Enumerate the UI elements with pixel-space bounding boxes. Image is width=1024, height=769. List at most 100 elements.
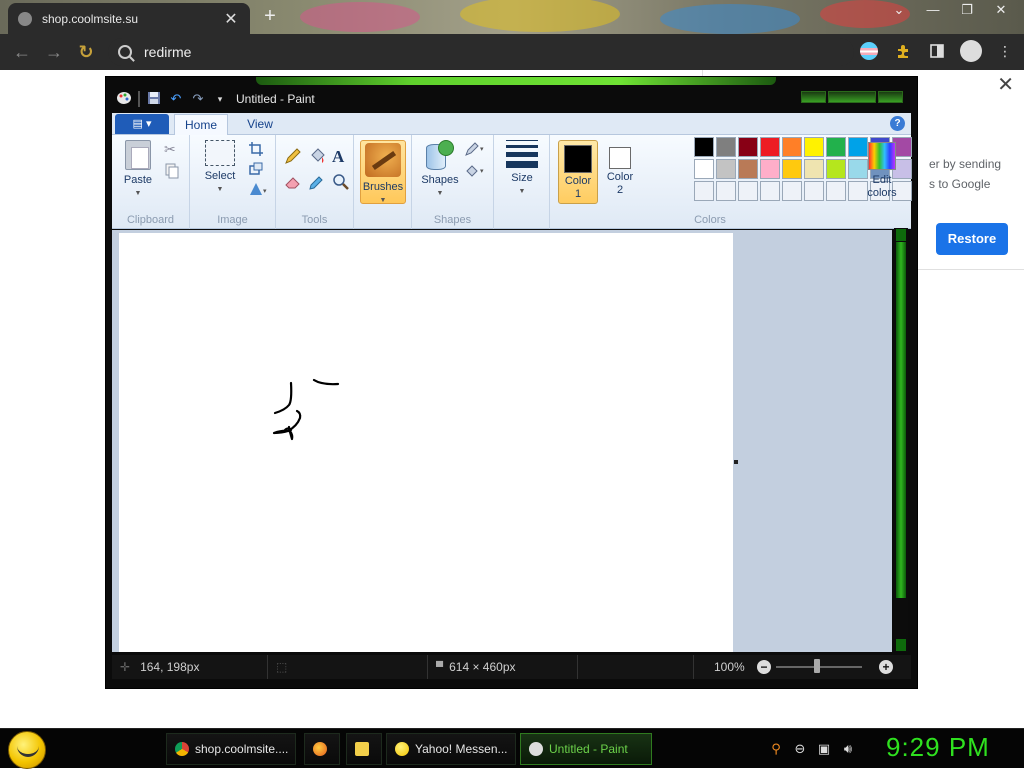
palette-swatch[interactable] [760,159,780,179]
scroll-thumb[interactable] [896,242,906,598]
taskbar-item-yahoo-messenger[interactable]: Yahoo! Messen... [386,733,516,765]
palette-swatch[interactable] [760,137,780,157]
network-icon[interactable]: ▣ [816,741,832,757]
color2-label: Color [606,171,634,183]
palette-swatch[interactable] [716,181,736,201]
shapes-group-label: Shapes [433,214,472,226]
outline-icon[interactable]: ▾ [464,141,484,159]
paint-app-icon[interactable] [116,91,132,107]
image-group: Select ▼ ▾ Image [190,135,276,229]
back-button[interactable]: ← [6,36,38,68]
taskbar-item-chrome[interactable]: shop.coolmsite.... [166,733,296,765]
brush-stroke [272,409,302,441]
magnifier-icon[interactable] [332,173,350,191]
tab-search-icon[interactable]: ⌄ [884,2,914,18]
taskbar-item-paint[interactable]: Untitled - Paint [520,733,652,765]
color-picker-icon[interactable] [308,173,326,191]
restore-button[interactable]: Restore [936,223,1008,255]
save-icon[interactable] [146,91,162,107]
palette-swatch[interactable] [738,137,758,157]
fill-shape-icon[interactable]: ▾ [464,163,484,181]
palette-swatch[interactable] [804,159,824,179]
copy-icon[interactable] [164,163,182,181]
rotate-icon[interactable]: ▾ [248,181,267,199]
pride-flag-icon[interactable] [858,40,880,62]
palette-swatch[interactable] [694,159,714,179]
sidebar-icon[interactable] [926,40,948,62]
taskbar-clock[interactable]: 9:29 PM [886,732,990,763]
color1-button[interactable]: Color 1 [558,140,598,204]
crop-icon[interactable] [248,141,266,159]
forward-button[interactable]: → [38,36,70,68]
start-button[interactable] [8,731,46,769]
fill-icon[interactable] [308,147,326,165]
paste-button[interactable]: Paste ▼ [118,140,158,200]
minimize-button[interactable]: — [918,2,948,18]
zoom-out-button[interactable]: − [757,660,771,674]
cut-icon[interactable]: ✂ [164,141,182,159]
resize-icon[interactable] [248,161,266,179]
reload-button[interactable]: ↻ [70,36,102,68]
size-button[interactable]: Size ▼ [503,140,541,198]
file-menu-button[interactable]: ▤ ▾ [115,114,169,134]
close-icon[interactable]: ✕ [997,72,1014,97]
palette-swatch[interactable] [782,137,802,157]
canvas-resize-handle[interactable] [734,460,738,464]
palette-swatch[interactable] [738,181,758,201]
browser-tab[interactable]: shop.coolmsite.su ✕ [8,3,250,34]
help-icon[interactable]: ? [890,116,905,131]
menu-icon[interactable]: ⋮ [994,40,1016,62]
new-tab-button[interactable]: + [258,5,282,28]
close-window-button[interactable]: ✕ [986,2,1016,18]
messenger-status-icon[interactable]: ⊖ [792,741,808,757]
brushes-button[interactable]: Brushes ▼ [360,140,406,204]
palette-swatch[interactable] [826,159,846,179]
scroll-down-arrow[interactable] [896,639,906,651]
select-icon [205,140,235,166]
taskbar-item-firefox[interactable] [304,733,340,765]
scroll-up-arrow[interactable] [896,229,906,241]
palette-swatch[interactable] [716,137,736,157]
customize-qat-icon[interactable]: ▾ [212,91,228,107]
address-bar[interactable]: redirme [108,38,854,66]
drawing-canvas[interactable] [119,233,733,652]
edit-colors-button[interactable]: Edit colors [862,140,902,200]
search-icon[interactable]: ⚲ [768,741,784,757]
palette-swatch[interactable] [804,137,824,157]
palette-swatch[interactable] [826,137,846,157]
profile-icon[interactable] [960,40,982,62]
shapes-button[interactable]: Shapes ▼ [420,140,460,200]
undo-icon[interactable]: ↶ [168,91,184,107]
palette-swatch[interactable] [782,181,802,201]
paint-window-controls [801,91,903,103]
extensions-icon[interactable] [892,40,914,62]
palette-swatch[interactable] [804,181,824,201]
taskbar-item-folder[interactable] [346,733,382,765]
eraser-icon[interactable] [284,173,302,191]
volume-icon[interactable]: 🔊︎ [840,741,856,757]
taskbar: shop.coolmsite.... Yahoo! Messen... Unti… [0,728,1024,769]
paint-close-button[interactable] [878,91,903,103]
restore-window-button[interactable]: ❐ [952,2,982,18]
palette-swatch[interactable] [694,137,714,157]
redo-icon[interactable]: ↷ [190,91,206,107]
pencil-icon[interactable] [284,147,302,165]
text-tool-icon[interactable]: A [332,147,350,166]
color2-button[interactable]: Color 2 [600,140,640,204]
paint-minimize-button[interactable] [801,91,826,103]
paint-titlebar: ↶ ↷ ▾ Untitled - Paint [106,87,917,111]
select-button[interactable]: Select ▼ [200,140,240,196]
tab-home[interactable]: Home [174,114,228,136]
palette-swatch[interactable] [694,181,714,201]
zoom-in-button[interactable]: + [879,660,893,674]
palette-swatch[interactable] [716,159,736,179]
palette-swatch[interactable] [782,159,802,179]
tab-view[interactable]: View [236,114,284,134]
zoom-slider-thumb[interactable] [814,659,820,673]
paint-maximize-button[interactable] [828,91,876,103]
tab-close-icon[interactable]: ✕ [222,9,240,29]
palette-swatch[interactable] [826,181,846,201]
vertical-scrollbar[interactable] [894,228,908,652]
palette-swatch[interactable] [760,181,780,201]
palette-swatch[interactable] [738,159,758,179]
